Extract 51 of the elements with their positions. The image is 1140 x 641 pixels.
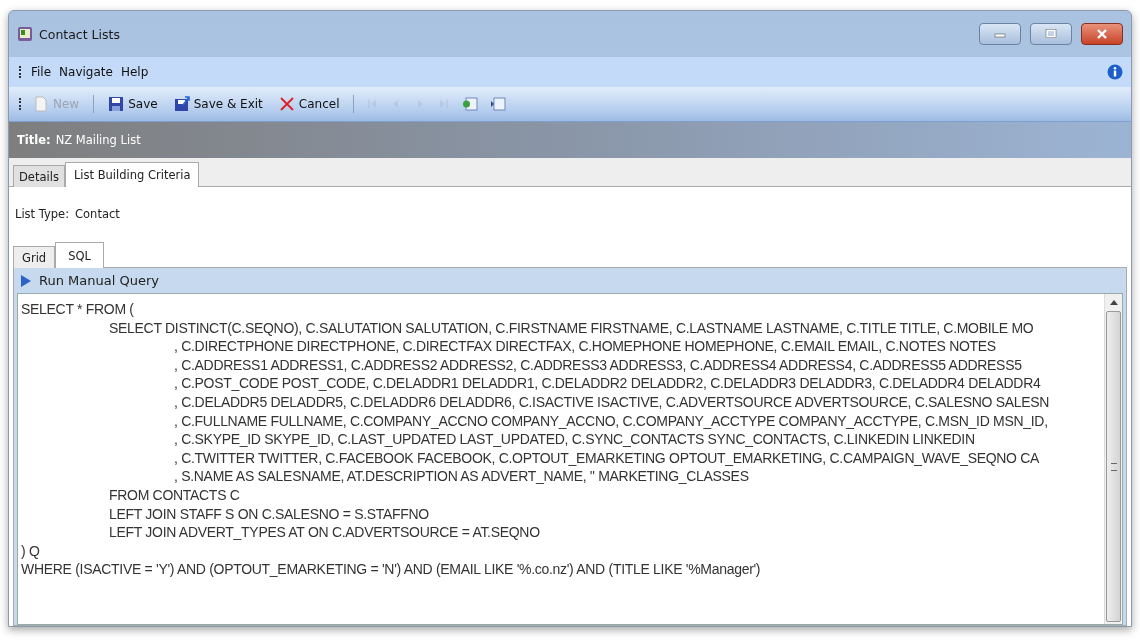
code-line: FROM CONTACTS C [109,486,240,503]
sql-editor[interactable] [17,293,1123,625]
window-title: Contact Lists [39,26,120,42]
code-line: , C.POST_CODE POST_CODE, C.DELADDR1 DELADDR1, C.DELADDR2 DELADDR2, C.DELADDR3 DELADDR3, C.DELADDR4 DELADDR4 [174,375,1041,392]
code-line: LEFT JOIN ADVERT_TYPES AT ON C.ADVERTSOURCE = AT.SEQNO [109,524,540,541]
scrollbar[interactable] [1104,294,1122,624]
minimize-button[interactable] [979,23,1021,45]
code-line: , C.TWITTER TWITTER, C.FACEBOOK FACEBOOK, C.OPTOUT_EMARKETING OPTOUT_EMARKETING, C.CAMPAIGN_WAVE_SEQNO CA [174,449,1040,466]
tab[interactable]: List Building Criteria [64,162,200,187]
info-icon[interactable] [1107,64,1123,80]
code-line: , S.NAME AS SALESNAME, AT.DESCRIPTION AS ADVERT_NAME, '' MARKETING_CLASSES [174,468,749,485]
cancel-button[interactable]: Cancel [272,94,346,114]
minimize-icon [994,30,1006,38]
save-button[interactable]: Save [102,94,164,114]
add-record-icon [462,96,479,112]
list-type-value: Contact [75,207,120,221]
title-label: Title: [17,133,51,147]
scroll-up-icon[interactable] [1109,300,1118,305]
code-line: , C.ADDRESS1 ADDRESS1, C.ADDRESS2 ADDRESS2, C.ADDRESS3 ADDRESS3, C.ADDRESS4 ADDRESS4, C.ADDRESS5 ADDRESS5 [174,356,1022,373]
run-query-button[interactable]: Run Manual Query [17,268,163,293]
record-pointer-icon [490,96,507,112]
close-button[interactable] [1081,23,1123,45]
cross-icon [278,96,295,112]
list-type-label: List Type: [15,207,70,221]
play-icon [21,274,31,287]
code-line: SELECT DISTINCT(C.SEQNO), C.SALUTATION SALUTATION, C.FIRSTNAME FIRSTNAME, C.LASTNAME LASTNAME, C.TITLE TITLE, C.MOBILE MO [109,319,1034,336]
document-icon [33,96,49,112]
title-value: NZ Mailing List [55,133,141,147]
save-exit-button[interactable]: Save & Exit [167,94,269,114]
code-line: LEFT JOIN STAFF S ON C.SALESNO = S.STAFFNO [109,505,429,522]
last-icon [438,98,451,110]
menu-item[interactable]: Help [120,65,149,79]
code-line: WHERE (ISACTIVE = 'Y') AND (OPTOUT_EMARKETING = 'N') AND (EMAIL LIKE '%.co.nz') AND (TITLE LIKE '%Manager') [21,561,761,578]
menu-item[interactable]: File [31,65,52,79]
tab[interactable]: Details [13,165,65,187]
code-line: , C.FULLNAME FULLNAME, C.COMPANY_ACCNO COMPANY_ACCNO, C.COMPANY_ACCTYPE COMPANY_ACCTYPE, C.MSN_ID MSN_ID, [174,412,1048,429]
code-line: ) Q [21,542,40,559]
code-line: , C.DIRECTPHONE DIRECTPHONE, C.DIRECTFAX DIRECTFAX, C.HOMEPHONE HOMEPHONE, C.EMAIL EMAIL, C.NOTES NOTES [174,338,996,355]
app-icon [17,26,33,42]
close-icon [1096,29,1108,39]
code-line: , C.DELADDR5 DELADDR5, C.DELADDR6 DELADDR6, C.ISACTIVE ISACTIVE, C.ADVERTSOURCE ADVERTSOURCE, C.SALESNO SALESN [174,393,1050,410]
first-icon [366,98,379,110]
maximize-button[interactable] [1030,23,1072,45]
tab[interactable]: Grid [13,246,56,268]
maximize-icon [1045,29,1057,39]
grip-icon [19,98,23,110]
grip-icon [19,66,23,78]
code-line: , C.SKYPE_ID SKYPE_ID, C.LAST_UPDATED LAST_UPDATED, C.SYNC_CONTACTS SYNC_CONTACTS, C.LINKEDIN LINKEDIN [174,431,975,448]
menu-item[interactable]: Navigate [59,65,113,79]
code-line: SELECT * FROM ( [21,301,134,317]
tab[interactable]: SQL [55,242,104,268]
